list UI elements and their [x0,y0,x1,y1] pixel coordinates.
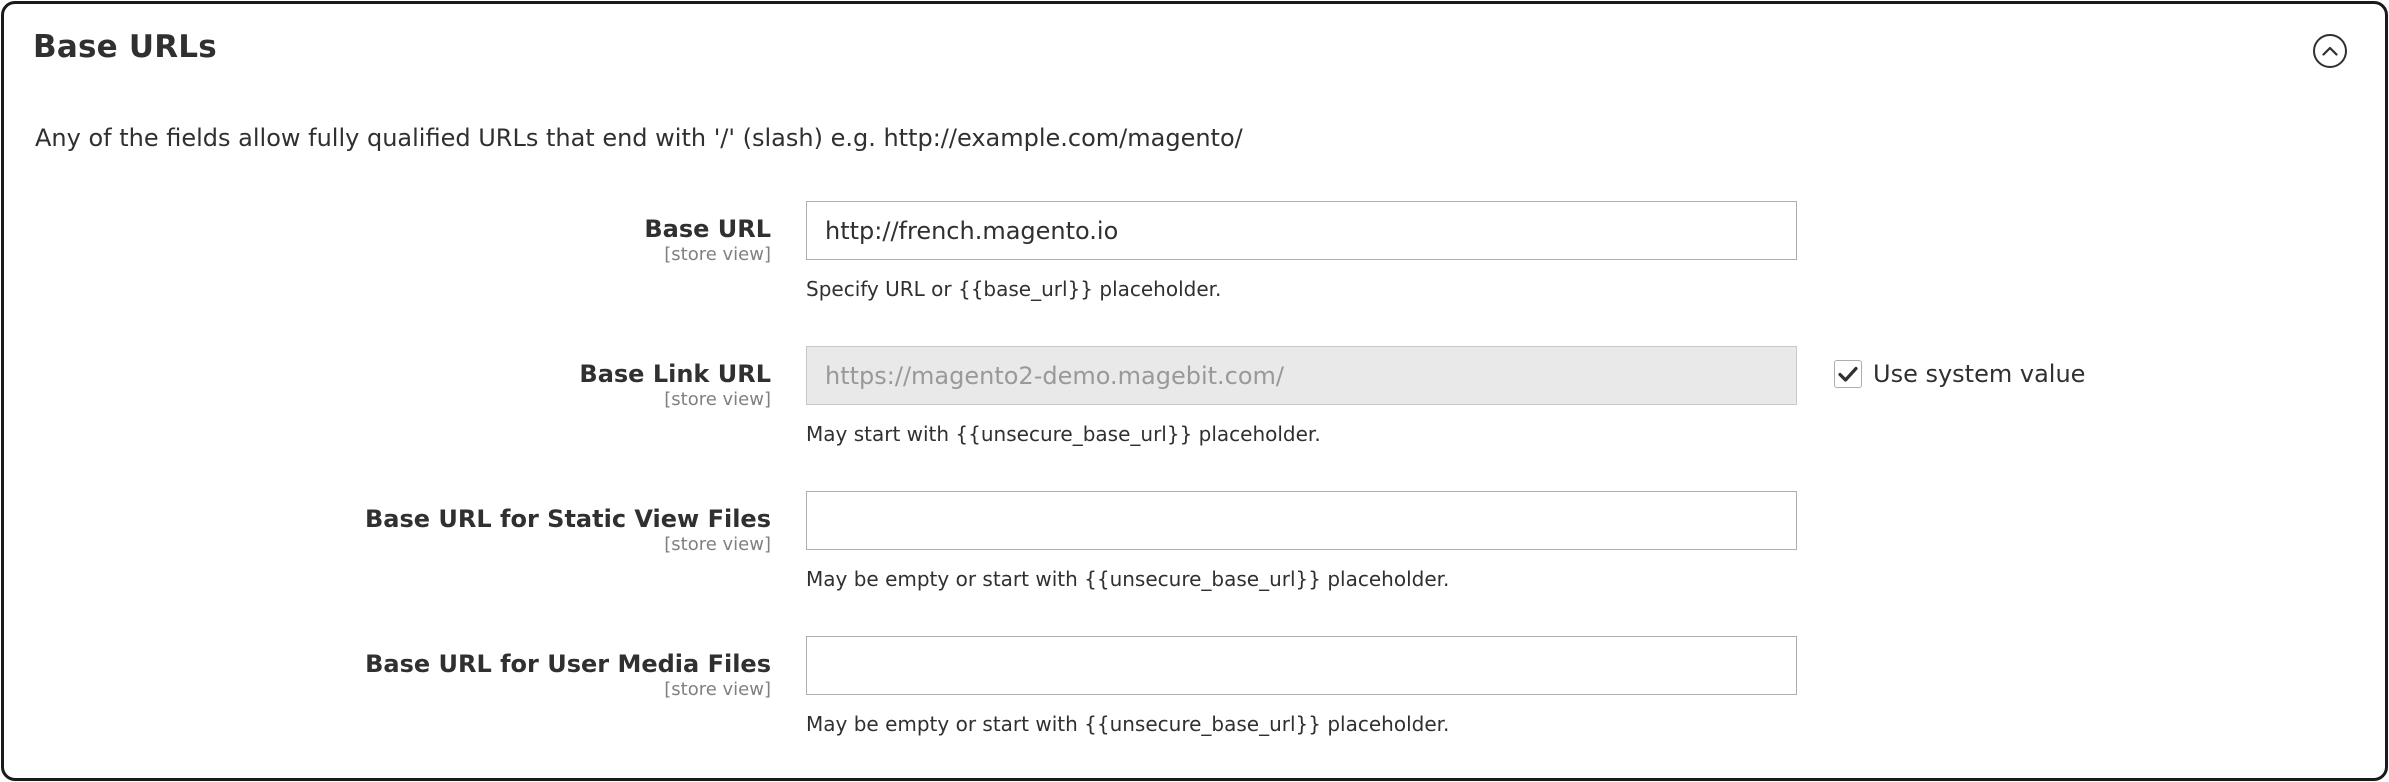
use-system-value-checkbox[interactable] [1834,360,1862,388]
use-system-value-label: Use system value [1873,360,2086,388]
field-label: Base Link URL [store view] [579,359,771,411]
base-url-input[interactable] [806,201,1797,260]
field-row-base-link-url: Base Link URL [store view] May start wit… [4,346,2385,479]
section-description: Any of the fields allow fully qualified … [35,124,1243,152]
base-link-url-input[interactable] [806,346,1797,405]
field-note: Specify URL or {{base_url}} placeholder. [806,277,1222,301]
field-label-text: Base URL for User Media Files [365,650,771,678]
user-media-files-url-input[interactable] [806,636,1797,695]
field-label: Base URL for User Media Files [store vie… [365,649,771,701]
field-row-static-view-files: Base URL for Static View Files [store vi… [4,491,2385,624]
checkmark-icon [1838,366,1858,382]
field-note: May be empty or start with {{unsecure_ba… [806,712,1450,736]
field-note: May start with {{unsecure_base_url}} pla… [806,422,1321,446]
field-note: May be empty or start with {{unsecure_ba… [806,567,1450,591]
field-scope: [store view] [664,244,771,265]
field-label-text: Base Link URL [579,360,771,388]
field-label-text: Base URL for Static View Files [365,505,771,533]
collapse-button[interactable] [2313,34,2347,68]
field-scope: [store view] [664,534,771,555]
field-scope: [store view] [664,679,771,700]
field-label-text: Base URL [644,215,771,243]
section-title: Base URLs [33,29,217,65]
chevron-up-icon [2322,46,2338,56]
use-system-value-toggle[interactable]: Use system value [1834,360,2085,388]
field-label: Base URL [store view] [644,214,771,266]
field-label: Base URL for Static View Files [store vi… [365,504,771,556]
base-urls-panel: Base URLs Any of the fields allow fully … [1,1,2388,781]
field-row-user-media-files: Base URL for User Media Files [store vie… [4,636,2385,769]
field-row-base-url: Base URL [store view] Specify URL or {{b… [4,201,2385,334]
static-view-files-url-input[interactable] [806,491,1797,550]
field-scope: [store view] [664,389,771,410]
